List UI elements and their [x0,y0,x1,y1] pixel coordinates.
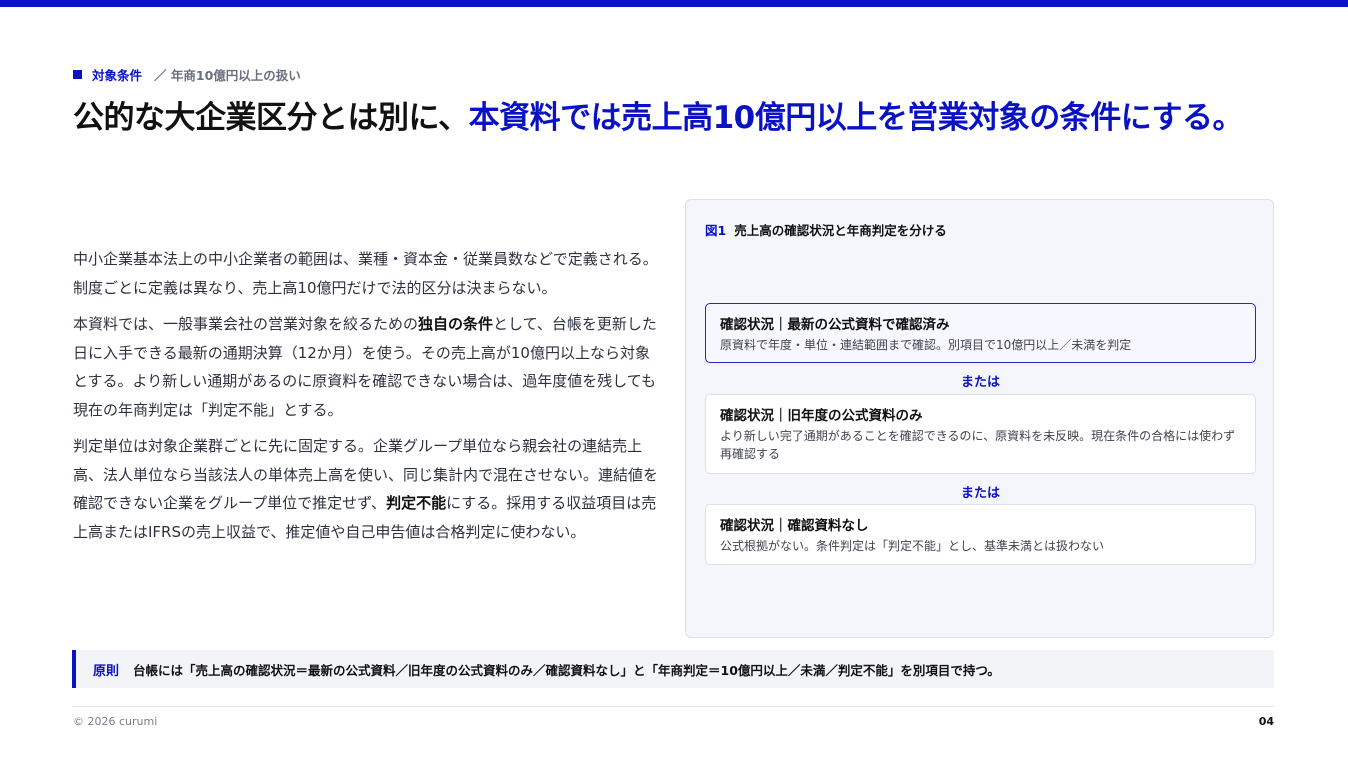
paragraph-2: 本資料では、一般事業会社の営業対象を絞るための独自の条件として、台帳を更新した日… [73,310,658,424]
figure-title: 図1 売上高の確認状況と年商判定を分ける [705,220,947,239]
body-text: 中小企業基本法上の中小企業者の範囲は、業種・資本金・従業員数などで定義される。制… [73,245,658,554]
figure-panel: 図1 売上高の確認状況と年商判定を分ける 確認状況｜最新の公式資料で確認済み 原資… [685,199,1274,638]
top-accent-bar [0,0,1348,7]
copyright: © 2026 curumi [73,715,158,728]
title-part-1: 公的な大企業区分とは別に、 [73,100,469,136]
card-description: 公式根拠がない。条件判定は「判定不能」とし、基準未満とは扱わない [720,539,1105,553]
eyebrow-subtitle: ／ 年商10億円以上の扱い [154,67,301,83]
figure-title-text: 売上高の確認状況と年商判定を分ける [734,223,947,238]
paragraph-2-text-a: 本資料では、一般事業会社の営業対象を絞るための [73,315,419,333]
principle-label: 原則 [93,663,120,679]
footer-divider [72,706,1274,707]
page-number: 04 [1258,715,1274,728]
card-title: 確認状況｜最新の公式資料で確認済み [720,317,950,333]
figure-number: 図1 [705,223,727,238]
paragraph-2-emphasis: 独自の条件 [418,315,494,333]
paragraph-1: 中小企業基本法上の中小企業者の範囲は、業種・資本金・従業員数などで定義される。制… [73,250,658,297]
card-description: より新しい完了通期があることを確認できるのに、原資料を未反映。現在条件の合格には… [720,429,1236,461]
paragraph-3-emphasis: 判定不能 [386,494,447,512]
eyebrow-keyword: 対象条件 [92,67,143,83]
status-card-latest: 確認状況｜最新の公式資料で確認済み 原資料で年度・単位・連結範囲まで確認。別項目… [705,303,1256,363]
card-title: 確認状況｜旧年度の公式資料のみ [720,408,923,424]
principle-text: 台帳には「売上高の確認状況＝最新の公式資料／旧年度の公式資料のみ／確認資料なし」… [133,662,1000,678]
principle-callout: 原則 台帳には「売上高の確認状況＝最新の公式資料／旧年度の公式資料のみ／確認資料… [72,650,1274,688]
status-card-none: 確認状況｜確認資料なし 公式根拠がない。条件判定は「判定不能」とし、基準未満とは… [705,504,1256,565]
title-highlight: 本資料では売上高10億円以上を営業対象の条件にする。 [468,100,1244,136]
paragraph-3: 判定単位は対象企業群ごとに先に固定する。企業グループ単位なら親会社の連結売上高、… [73,432,658,546]
or-label: または [960,375,1000,390]
eyebrow: 対象条件 ／ 年商10億円以上の扱い [73,66,301,83]
status-card-old: 確認状況｜旧年度の公式資料のみ より新しい完了通期があることを確認できるのに、原… [705,394,1256,474]
or-label: または [960,486,1000,501]
square-icon [73,69,82,79]
page-title: 公的な大企業区分とは別に、本資料では売上高10億円以上を営業対象の条件にする。 [73,96,1273,140]
card-title: 確認状況｜確認資料なし [720,518,869,534]
card-description: 原資料で年度・単位・連結範囲まで確認。別項目で10億円以上／未満を判定 [720,338,1132,352]
